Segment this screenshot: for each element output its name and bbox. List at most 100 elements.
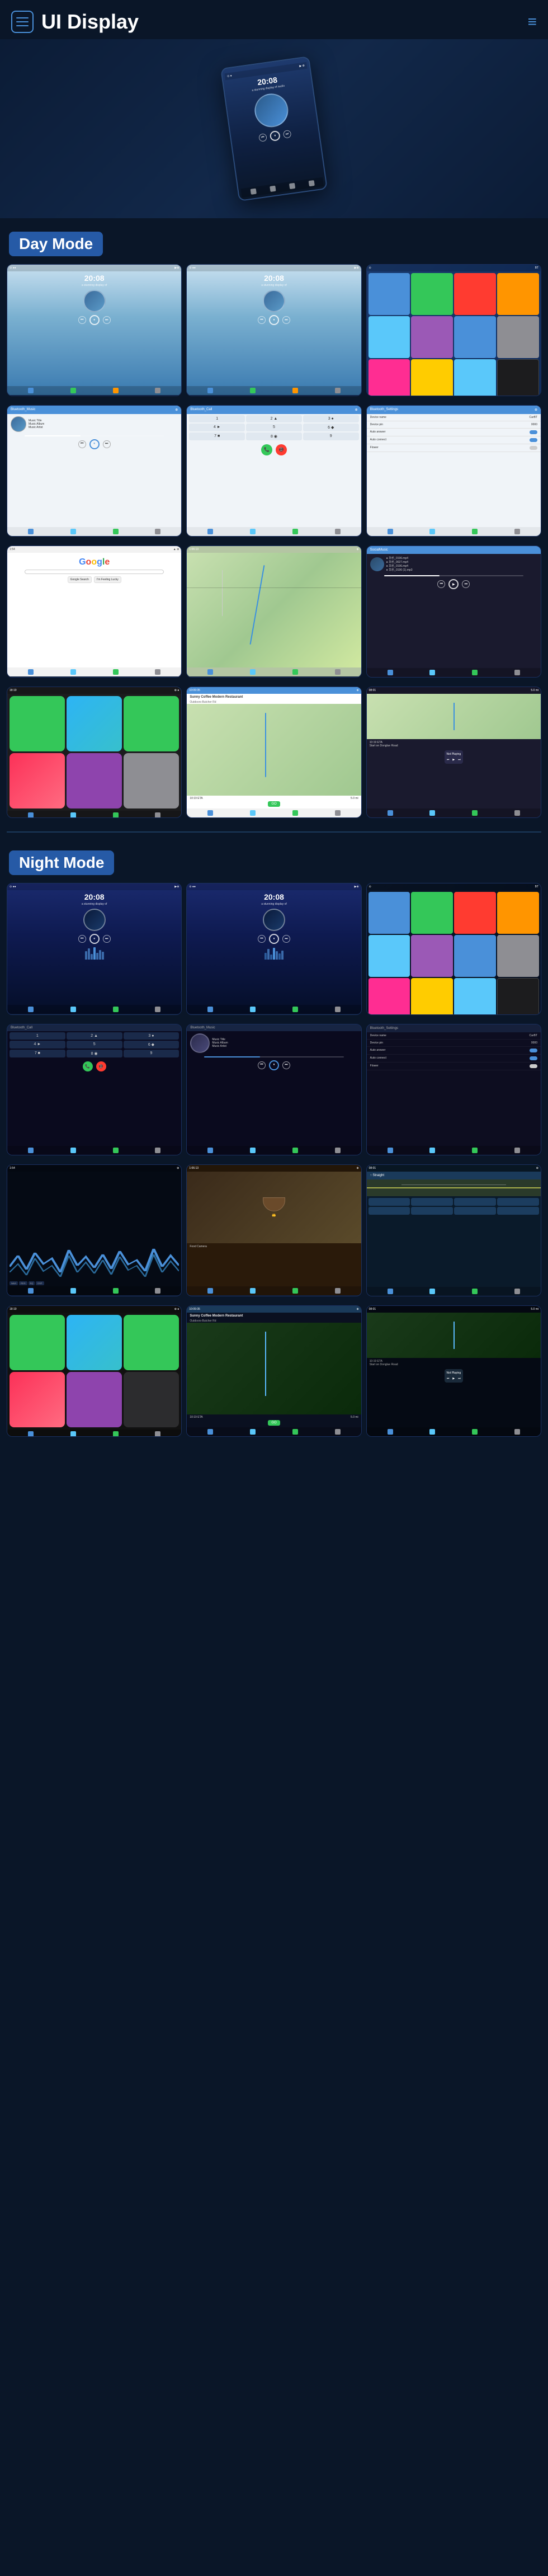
dbtm-bi2[interactable]	[70, 529, 76, 534]
dial-8[interactable]: 8 ◉	[246, 433, 302, 440]
ns-answer-toggle[interactable]	[530, 1049, 537, 1052]
ncp-bi1[interactable]	[28, 1431, 34, 1436]
neq-bi3[interactable]	[113, 1288, 119, 1294]
nav-menu-icon[interactable]: ≡	[528, 13, 537, 31]
nm1-next[interactable]: ⏭	[103, 935, 111, 943]
dbts-bi3[interactable]	[472, 529, 478, 534]
nbtm-play[interactable]: ⏸	[269, 1060, 279, 1070]
ns-bi1[interactable]	[388, 1148, 393, 1153]
dbts-bi1[interactable]	[388, 529, 393, 534]
nnav-bi3[interactable]	[292, 1429, 298, 1435]
ntbt-icon-2[interactable]	[411, 1198, 453, 1206]
nnp-bi4[interactable]	[514, 1429, 520, 1435]
ntbt-bi3[interactable]	[472, 1289, 478, 1294]
cp-phone[interactable]	[10, 696, 65, 751]
dbts-connect-toggle[interactable]	[530, 438, 537, 442]
napp-9[interactable]	[369, 978, 410, 1014]
bottom-icon-4[interactable]	[308, 180, 314, 186]
ncp-bi4[interactable]	[155, 1431, 160, 1436]
prev-btn[interactable]: ⏮	[258, 133, 267, 142]
dsoc-next[interactable]: ⏭	[462, 580, 470, 588]
next-btn[interactable]: ⏭	[283, 130, 292, 139]
nm2-next[interactable]: ⏭	[282, 935, 290, 943]
ntbt-bi1[interactable]	[388, 1289, 393, 1294]
dmap-bi3[interactable]	[292, 669, 298, 675]
napp-5[interactable]	[369, 935, 410, 977]
ndial-3[interactable]: 3 ●	[124, 1032, 179, 1040]
ndial-8[interactable]: 8 ◉	[67, 1050, 122, 1057]
dbts-answer-toggle[interactable]	[530, 430, 537, 434]
dm2-play[interactable]: ⏸	[269, 315, 279, 325]
app-icon-5[interactable]	[369, 316, 410, 358]
nbtm-bi4[interactable]	[335, 1148, 341, 1153]
dnav-bi1[interactable]	[207, 810, 213, 816]
call-btn[interactable]: 📞	[261, 444, 272, 455]
dbts-bi2[interactable]	[429, 529, 435, 534]
nm2-bi4[interactable]	[335, 1007, 341, 1012]
ntbt-icon-1[interactable]	[369, 1198, 410, 1206]
nbtm-prev[interactable]: ⏮	[258, 1061, 266, 1069]
dm2-prev[interactable]: ⏮	[258, 316, 266, 324]
neq-btn-4[interactable]: DSP	[36, 1281, 44, 1285]
neq-bi1[interactable]	[28, 1288, 34, 1294]
ntbt-icon-8[interactable]	[497, 1207, 539, 1215]
nend-call-btn[interactable]: 📵	[96, 1061, 106, 1071]
dbtm-bi4[interactable]	[155, 529, 160, 534]
dnp-bi1[interactable]	[388, 810, 393, 816]
app-icon-6[interactable]	[411, 316, 453, 358]
dnav-go-btn[interactable]: GO	[268, 801, 280, 807]
ncall-btn[interactable]: 📞	[83, 1061, 93, 1071]
ncp-bi3[interactable]	[113, 1431, 119, 1436]
app-icon-9[interactable]	[369, 359, 410, 396]
ntbt-icon-3[interactable]	[454, 1198, 496, 1206]
nfood-bi3[interactable]	[292, 1288, 298, 1294]
nnp-prev[interactable]: ⏮	[447, 1377, 450, 1380]
ns-flower-toggle[interactable]	[530, 1064, 537, 1068]
dnav-bi2[interactable]	[250, 810, 256, 816]
dnav-bi3[interactable]	[292, 810, 298, 816]
dbts-flower-row[interactable]: Flower	[367, 444, 541, 452]
dbtc-bi2[interactable]	[250, 529, 256, 534]
nbtc-bi2[interactable]	[70, 1148, 76, 1153]
ns-connect-toggle[interactable]	[530, 1056, 537, 1060]
nm1-prev[interactable]: ⏮	[78, 935, 86, 943]
napp-4[interactable]	[497, 892, 539, 934]
nbtc-bi4[interactable]	[155, 1148, 160, 1153]
dnp-play[interactable]: ▶	[452, 758, 455, 761]
nm1-bi3[interactable]	[113, 1007, 119, 1012]
nnp-next[interactable]: ⏭	[458, 1377, 461, 1380]
app-icon-11[interactable]	[454, 359, 496, 396]
dm2-bi2[interactable]	[250, 388, 256, 393]
nbtc-bi3[interactable]	[113, 1148, 119, 1153]
dsoc-prev[interactable]: ⏮	[437, 580, 445, 588]
ns-bi4[interactable]	[514, 1148, 520, 1153]
dm2-bi4[interactable]	[335, 388, 341, 393]
napp-12[interactable]	[497, 978, 539, 1014]
nfood-bi4[interactable]	[335, 1288, 341, 1294]
dm1-next[interactable]: ⏭	[103, 316, 111, 324]
napp-7[interactable]	[454, 935, 496, 977]
dm1-play[interactable]: ⏸	[89, 315, 100, 325]
cp-settings[interactable]	[124, 753, 179, 808]
dial-7[interactable]: 7 ■	[189, 433, 245, 440]
ndial-9[interactable]: 9	[124, 1050, 179, 1057]
dbtc-bi1[interactable]	[207, 529, 213, 534]
nm2-bi1[interactable]	[207, 1007, 213, 1012]
dm2-bi3[interactable]	[292, 388, 298, 393]
ndial-1[interactable]: 1	[10, 1032, 65, 1040]
dm1-bi1[interactable]	[28, 388, 34, 393]
dial-9[interactable]: 9	[303, 433, 359, 440]
bottom-icon-1[interactable]	[250, 189, 256, 195]
neq-btn-1[interactable]: NAVI	[10, 1281, 18, 1285]
napp-1[interactable]	[369, 892, 410, 934]
ncp-bi2[interactable]	[70, 1431, 76, 1436]
ntbt-icon-7[interactable]	[454, 1207, 496, 1215]
dbtc-bi4[interactable]	[335, 529, 341, 534]
ndial-6[interactable]: 6 ◆	[124, 1041, 179, 1049]
ncp-messages[interactable]	[124, 1315, 179, 1370]
ntbt-bi2[interactable]	[429, 1289, 435, 1294]
nnp-play[interactable]: ▶	[452, 1377, 455, 1380]
dmap-bi4[interactable]	[335, 669, 341, 675]
nbtm-bi1[interactable]	[207, 1148, 213, 1153]
nm2-prev[interactable]: ⏮	[258, 935, 266, 943]
